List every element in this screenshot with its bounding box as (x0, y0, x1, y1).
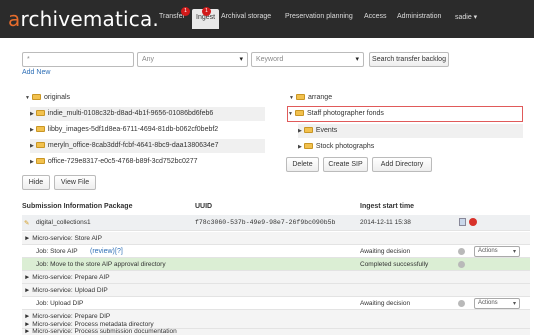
add-new-link[interactable]: Add New (22, 69, 50, 76)
collapsed-triangle-icon: ▶ (30, 143, 34, 149)
search-transfer-backlog-button[interactable]: Search transfer backlog (369, 52, 449, 67)
chevron-down-icon: ▾ (239, 56, 243, 63)
sip-start-time: 2014-12-11 15:38 (360, 219, 411, 226)
folder-icon (303, 127, 313, 133)
chevron-down-icon: ▾ (512, 301, 516, 307)
sip-uuid: f78c3060-537b-49e9-98e7-26f9bc090b5b (195, 219, 336, 226)
job-status: Awaiting decision (360, 300, 411, 307)
folder-icon (35, 142, 45, 148)
job-row: Job: Upload DIP Awaiting decision Action… (22, 297, 530, 310)
top-navbar: archivematica. Transfer 1 Ingest 1 Archi… (0, 0, 534, 38)
chevron-down-icon: ▾ (355, 56, 359, 63)
nav-administration[interactable]: Administration (397, 13, 441, 20)
collapsed-triangle-icon: ▶ (298, 144, 302, 150)
tree-item[interactable]: ▶ Events (298, 124, 523, 138)
job-info-icon[interactable] (458, 261, 465, 268)
micro-service-row[interactable]: ► Micro-service: Prepare AIP (22, 271, 530, 284)
nav-access[interactable]: Access (364, 13, 387, 20)
expand-triangle-icon: ▼ (289, 95, 294, 101)
chevron-down-icon: ▾ (512, 249, 516, 255)
column-header-uuid[interactable]: UUID (195, 203, 212, 210)
collapsed-triangle-icon: ▶ (30, 127, 34, 133)
logo[interactable]: archivematica. (8, 7, 159, 31)
tree-item[interactable]: ▶ meryln_office-8cab3ddf-fcbf-4641-8bc9-d… (30, 139, 265, 153)
review-link[interactable]: (review) (90, 248, 115, 255)
search-scope-select[interactable]: Any ▾ (137, 52, 248, 67)
micro-service-row[interactable]: ► Micro-service: Store AIP (22, 232, 530, 245)
nav-preservation-planning[interactable]: Preservation planning (285, 13, 353, 20)
folder-icon (294, 110, 304, 116)
column-header-sip[interactable]: Submission Information Package (22, 203, 132, 210)
micro-service-row[interactable]: ► Micro-service: Process submission docu… (22, 328, 530, 335)
job-status: Completed successfully (360, 261, 429, 268)
sip-folder-icon: ✎ (24, 220, 30, 227)
report-icon[interactable] (459, 218, 466, 226)
expand-triangle-icon: ▼ (25, 95, 30, 101)
collapsed-triangle-icon: ▶ (298, 128, 302, 134)
sip-row[interactable]: ✎ digital_collections1 f78c3060-537b-49e… (22, 215, 530, 231)
expand-triangle-icon: ▼ (288, 111, 293, 117)
tree-root-arrange[interactable]: ▼ arrange (289, 91, 519, 105)
help-link[interactable]: [?] (115, 248, 123, 255)
add-directory-button[interactable]: Add Directory (372, 157, 432, 172)
tree-item[interactable]: ▶ office-729e8317-e0c5-4768-b89f-3cd752bc… (30, 155, 265, 169)
ingest-badge: 1 (202, 7, 211, 16)
tree-root-originals[interactable]: ▼ originals (25, 91, 265, 105)
nav-user-menu[interactable]: sadie ▾ (455, 13, 477, 21)
folder-icon (35, 158, 45, 164)
job-row: Job: Move to the store AIP approval dire… (22, 258, 530, 271)
folder-icon (35, 126, 45, 132)
folder-icon (35, 110, 45, 116)
sip-name: digital_collections1 (36, 219, 91, 226)
tree-item[interactable]: ▶ indie_multi-0108c32b-d8ad-4b1f-9656-010… (30, 107, 265, 121)
search-query-input[interactable]: * (22, 52, 134, 67)
view-file-button[interactable]: View File (54, 175, 96, 190)
collapsed-triangle-icon: ▶ (30, 111, 34, 117)
folder-icon (31, 94, 41, 100)
create-sip-button[interactable]: Create SIP (323, 157, 368, 172)
job-row: Job: Store AIP (review) [?] Awaiting dec… (22, 245, 530, 258)
delete-button[interactable]: Delete (286, 157, 319, 172)
job-info-icon[interactable] (458, 300, 465, 307)
column-header-ingest-time[interactable]: Ingest start time (360, 203, 414, 210)
actions-select[interactable]: Actions ▾ (474, 298, 520, 309)
remove-icon[interactable] (469, 218, 477, 226)
tree-item[interactable]: ▶ libby_images-5df1d8ea-6711-4694-81db-b0… (30, 123, 265, 137)
tree-item-selected[interactable]: ▼ Staff photographer fonds (287, 106, 523, 122)
search-type-select[interactable]: Keyword ▾ (251, 52, 364, 67)
job-status: Awaiting decision (360, 248, 411, 255)
folder-icon (303, 143, 313, 149)
transfer-badge: 1 (181, 7, 190, 16)
folder-icon (295, 94, 305, 100)
hide-button[interactable]: Hide (22, 175, 50, 190)
tree-item[interactable]: ▶ Stock photographs (298, 140, 523, 154)
nav-archival-storage[interactable]: Archival storage (221, 13, 271, 20)
actions-select[interactable]: Actions ▾ (474, 246, 520, 257)
micro-service-row[interactable]: ► Micro-service: Upload DIP (22, 284, 530, 297)
collapsed-triangle-icon: ▶ (30, 159, 34, 165)
job-info-icon[interactable] (458, 248, 465, 255)
